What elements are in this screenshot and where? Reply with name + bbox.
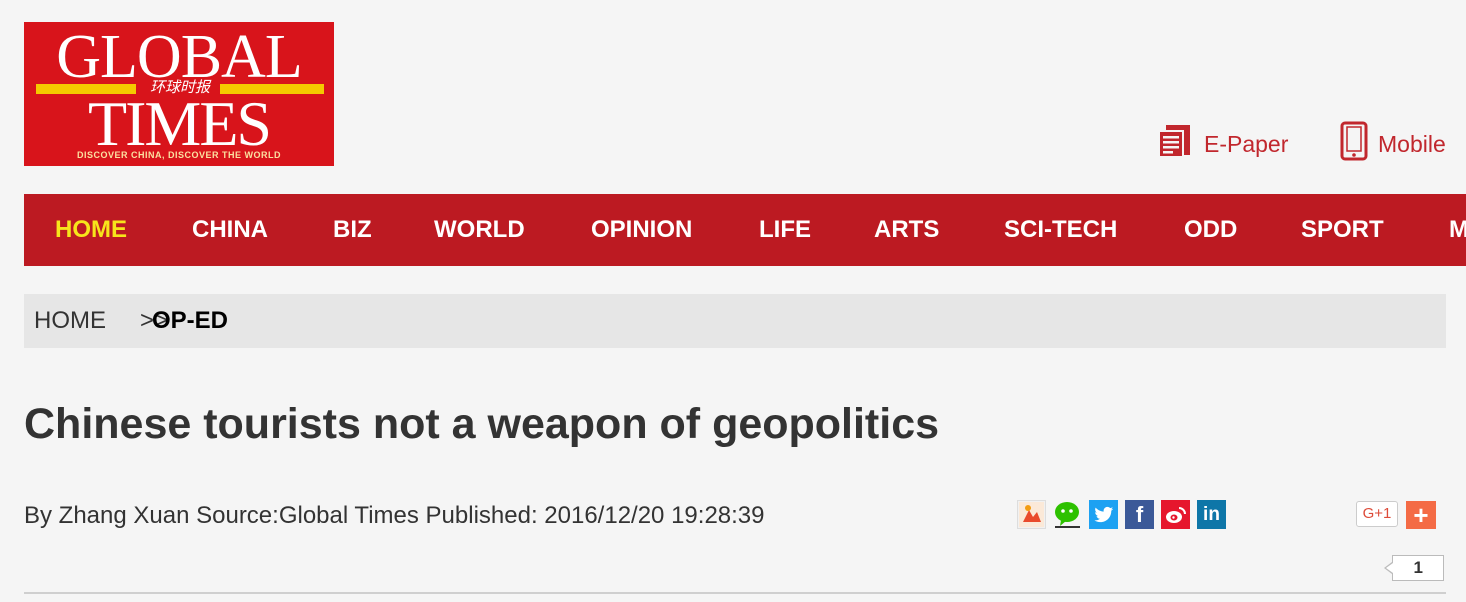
main-nav-bar: HOME CHINA BIZ WORLD OPINION LIFE ARTS S… — [24, 194, 1466, 266]
weibo-icon[interactable] — [1161, 500, 1190, 529]
nav-item-life[interactable]: LIFE — [759, 194, 811, 266]
breadcrumb-current-section[interactable]: OP-ED — [152, 294, 228, 348]
nav-item-odd[interactable]: ODD — [1184, 194, 1237, 266]
epaper-link[interactable]: E-Paper — [1156, 124, 1288, 164]
google-plus-one-button[interactable]: G+1 — [1356, 501, 1398, 527]
mobile-label: Mobile — [1378, 130, 1446, 157]
logo-tagline: DISCOVER CHINA, DISCOVER THE WORLD — [76, 150, 281, 160]
mobile-link[interactable]: Mobile — [1340, 121, 1446, 167]
share-more-button[interactable]: + — [1406, 501, 1436, 529]
share-icons: f in — [1017, 500, 1226, 530]
logo-line-times: TIMES — [88, 88, 272, 159]
linkedin-icon[interactable]: in — [1197, 500, 1226, 529]
nav-item-opinion[interactable]: OPINION — [591, 194, 692, 266]
nav-item-arts[interactable]: ARTS — [874, 194, 939, 266]
epaper-label: E-Paper — [1204, 130, 1289, 157]
article-title: Chinese tourists not a weapon of geopoli… — [24, 400, 940, 448]
nav-item-home[interactable]: HOME — [55, 194, 127, 266]
article-byline: By Zhang Xuan Source:Global Times Publis… — [24, 502, 765, 529]
nav-item-sci-tech[interactable]: SCI-TECH — [1004, 194, 1117, 266]
breadcrumb: HOME >> OP-ED — [24, 294, 1446, 348]
nav-item-world[interactable]: WORLD — [434, 194, 525, 266]
wechat-icon[interactable] — [1053, 500, 1082, 529]
newspaper-icon — [1156, 123, 1194, 165]
twitter-icon[interactable] — [1089, 500, 1118, 529]
global-times-logo[interactable]: GLOBAL 环球时报 TIMES DISCOVER CHINA, DISCOV… — [24, 22, 334, 166]
nav-item-more[interactable]: M — [1449, 194, 1466, 266]
content-divider — [24, 592, 1446, 594]
facebook-icon[interactable]: f — [1125, 500, 1154, 529]
share-count-badge: 1 — [1384, 555, 1444, 581]
nav-item-biz[interactable]: BIZ — [333, 194, 372, 266]
breadcrumb-home-link[interactable]: HOME — [34, 294, 106, 348]
renren-icon[interactable] — [1017, 500, 1046, 529]
nav-item-china[interactable]: CHINA — [192, 194, 268, 266]
mobile-phone-icon — [1340, 121, 1368, 167]
nav-item-sport[interactable]: SPORT — [1301, 194, 1384, 266]
